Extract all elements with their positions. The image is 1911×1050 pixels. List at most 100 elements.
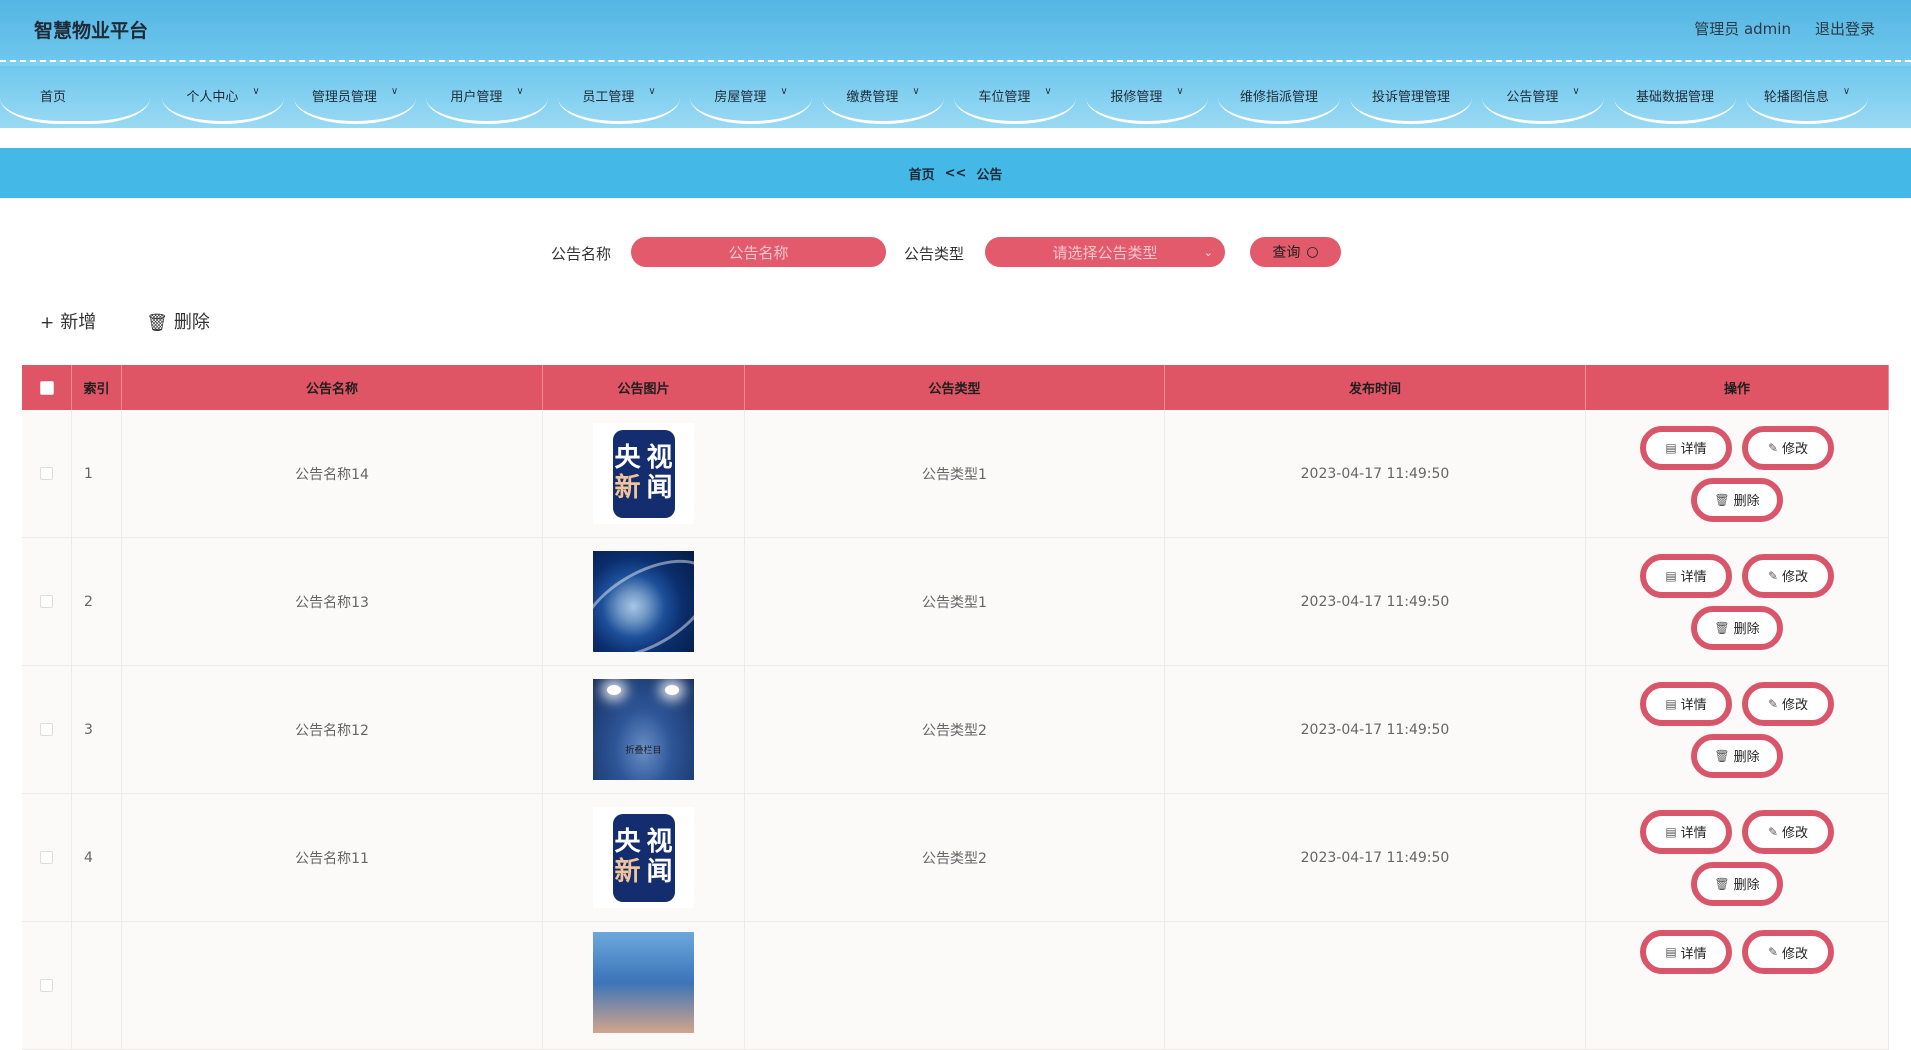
detail-button[interactable]: ▤ 详情 (1640, 425, 1732, 470)
pencil-icon: ✎ (1767, 824, 1779, 839)
edit-button[interactable]: ✎ 修改 (1742, 681, 1834, 726)
logo-char: 闻 (646, 856, 673, 887)
pencil-icon: ✎ (1767, 568, 1779, 583)
breadcrumb-home[interactable]: 首页 (909, 164, 935, 183)
row-checkbox[interactable] (40, 467, 53, 480)
edit-button[interactable]: ✎ 修改 (1742, 553, 1834, 598)
delete-button-label: 删除 (1733, 622, 1760, 637)
row-publish-time: 2023-04-17 11:49:50 (1165, 666, 1586, 793)
cctv-logo-box: 央视新闻 (612, 429, 675, 518)
row-image-cell (543, 538, 745, 665)
nav-item[interactable]: 用户管理 ∨ (426, 66, 548, 124)
spotlight-shape (665, 685, 679, 695)
row-image-cell: 央视新闻 (543, 794, 745, 921)
row-actions-line: ▤ 详情 ✎ 修改 (1640, 681, 1834, 726)
add-button-label: 新增 (60, 312, 97, 333)
add-button[interactable]: + 新增 (40, 308, 96, 334)
row-checkbox[interactable] (40, 723, 53, 736)
edit-button[interactable]: ✎ 修改 (1742, 930, 1834, 974)
nav-item[interactable]: 轮播图信息 ∨ (1746, 66, 1868, 124)
row-checkbox[interactable] (40, 979, 53, 992)
row-actions: ▤ 详情 ✎ 修改 (1640, 930, 1834, 974)
nav-item[interactable]: 房屋管理 ∨ (690, 66, 812, 124)
edit-button-label: 修改 (1782, 698, 1809, 713)
nav-item[interactable]: 缴费管理 ∨ (822, 66, 944, 124)
detail-button-label: 详情 (1680, 946, 1707, 962)
table-row: ▤ 详情 ✎ 修改 (22, 922, 1889, 1050)
nav-item-label: 轮播图信息 (1763, 90, 1829, 105)
row-image-cell (543, 922, 745, 1049)
table-header: 索引 公告名称 公告图片 公告类型 发布时间 操作 (22, 365, 1889, 410)
logo-char: 闻 (646, 472, 673, 503)
nav-item[interactable]: 报修管理 ∨ (1086, 66, 1208, 124)
row-checkbox[interactable] (40, 595, 53, 608)
detail-button[interactable]: ▤ 详情 (1640, 930, 1732, 974)
nav-item[interactable]: 基础数据管理 (1614, 66, 1736, 124)
nav-item[interactable]: 公告管理 ∨ (1482, 66, 1604, 124)
nav-item[interactable]: 投诉管理管理 (1350, 66, 1472, 124)
delete-button[interactable]: 🗑 删除 (1691, 605, 1783, 650)
row-select-cell (22, 922, 72, 1049)
chevron-down-icon: ∨ (1044, 86, 1052, 97)
nav-item[interactable]: 首页 (0, 66, 150, 124)
detail-button[interactable]: ▤ 详情 (1640, 809, 1732, 854)
nav-item[interactable]: 维修指派管理 (1218, 66, 1340, 124)
row-actions-line: ▤ 详情 ✎ 修改 (1640, 930, 1834, 974)
logo-char: 视 (646, 443, 673, 474)
trash-icon: 🗑 (1714, 492, 1730, 507)
chevron-down-icon: ∨ (1572, 86, 1580, 97)
nav-item[interactable]: 个人中心 ∨ (162, 66, 284, 124)
current-user: 管理员 admin (1694, 20, 1791, 38)
chevron-down-icon: ∨ (912, 86, 920, 97)
query-button[interactable]: 查询 ○ (1250, 237, 1341, 267)
nav-item[interactable]: 管理员管理 ∨ (294, 66, 416, 124)
detail-button[interactable]: ▤ 详情 (1640, 681, 1732, 726)
nav-item[interactable]: 员工管理 ∨ (558, 66, 680, 124)
chevron-down-icon: ∨ (1842, 86, 1851, 97)
col-header-time: 发布时间 (1165, 365, 1586, 410)
nav-item-label: 车位管理 (978, 90, 1031, 105)
row-select-cell (22, 410, 72, 537)
row-actions-cell: ▤ 详情 ✎ 修改 🗑 删除 (1586, 666, 1889, 793)
delete-button[interactable]: 🗑 删除 (1691, 733, 1783, 778)
row-index (72, 922, 122, 1049)
delete-button[interactable]: 🗑 删除 (1691, 861, 1783, 906)
spotlight-shape (607, 685, 621, 695)
row-select-cell (22, 538, 72, 665)
trash-icon: 🗑 (1714, 876, 1730, 891)
row-publish-time: 2023-04-17 11:49:50 (1165, 538, 1586, 665)
stage-caption: 折叠栏目 (625, 746, 662, 756)
row-notice-type: 公告类型1 (745, 410, 1165, 537)
row-notice-type: 公告类型1 (745, 538, 1165, 665)
name-search-input[interactable]: 公告名称 (631, 237, 886, 267)
nav-item-label: 个人中心 (186, 90, 239, 105)
bulk-delete-button[interactable]: 🗑 删除 (146, 308, 210, 334)
nav-item-label: 用户管理 (450, 90, 503, 105)
top-header: 智慧物业平台 管理员 admin 退出登录 (0, 0, 1911, 60)
chevron-down-icon: ∨ (780, 86, 788, 97)
type-select[interactable]: 请选择公告类型 ⌄ (985, 237, 1225, 267)
row-actions: ▤ 详情 ✎ 修改 🗑 删除 (1640, 425, 1834, 522)
edit-button[interactable]: ✎ 修改 (1742, 809, 1834, 854)
logout-link[interactable]: 退出登录 (1815, 18, 1875, 39)
nav-item-label: 首页 (40, 90, 67, 105)
delete-button[interactable]: 🗑 删除 (1691, 477, 1783, 522)
row-notice-type: 公告类型2 (745, 794, 1165, 921)
row-actions: ▤ 详情 ✎ 修改 🗑 删除 (1640, 681, 1834, 778)
row-select-cell (22, 794, 72, 921)
edit-button[interactable]: ✎ 修改 (1742, 425, 1834, 470)
detail-button[interactable]: ▤ 详情 (1640, 553, 1732, 598)
trash-icon: 🗑 (1714, 748, 1730, 763)
delete-button-label: 删除 (1733, 878, 1760, 893)
chevron-down-icon: ⌄ (1203, 245, 1213, 259)
pencil-icon: ✎ (1767, 945, 1779, 959)
notice-table: 索引 公告名称 公告图片 公告类型 发布时间 操作 1 公告名称14 央视新闻公告类… (22, 365, 1889, 1050)
select-all-checkbox[interactable] (39, 380, 54, 395)
pencil-icon: ✎ (1767, 696, 1779, 711)
nav-item[interactable]: 车位管理 ∨ (954, 66, 1076, 124)
edit-button-label: 修改 (1782, 946, 1809, 962)
row-publish-time: 2023-04-17 11:49:50 (1165, 410, 1586, 537)
row-checkbox[interactable] (40, 851, 53, 864)
nav-item-label: 房屋管理 (714, 90, 767, 105)
row-actions-cell: ▤ 详情 ✎ 修改 🗑 删除 (1586, 538, 1889, 665)
